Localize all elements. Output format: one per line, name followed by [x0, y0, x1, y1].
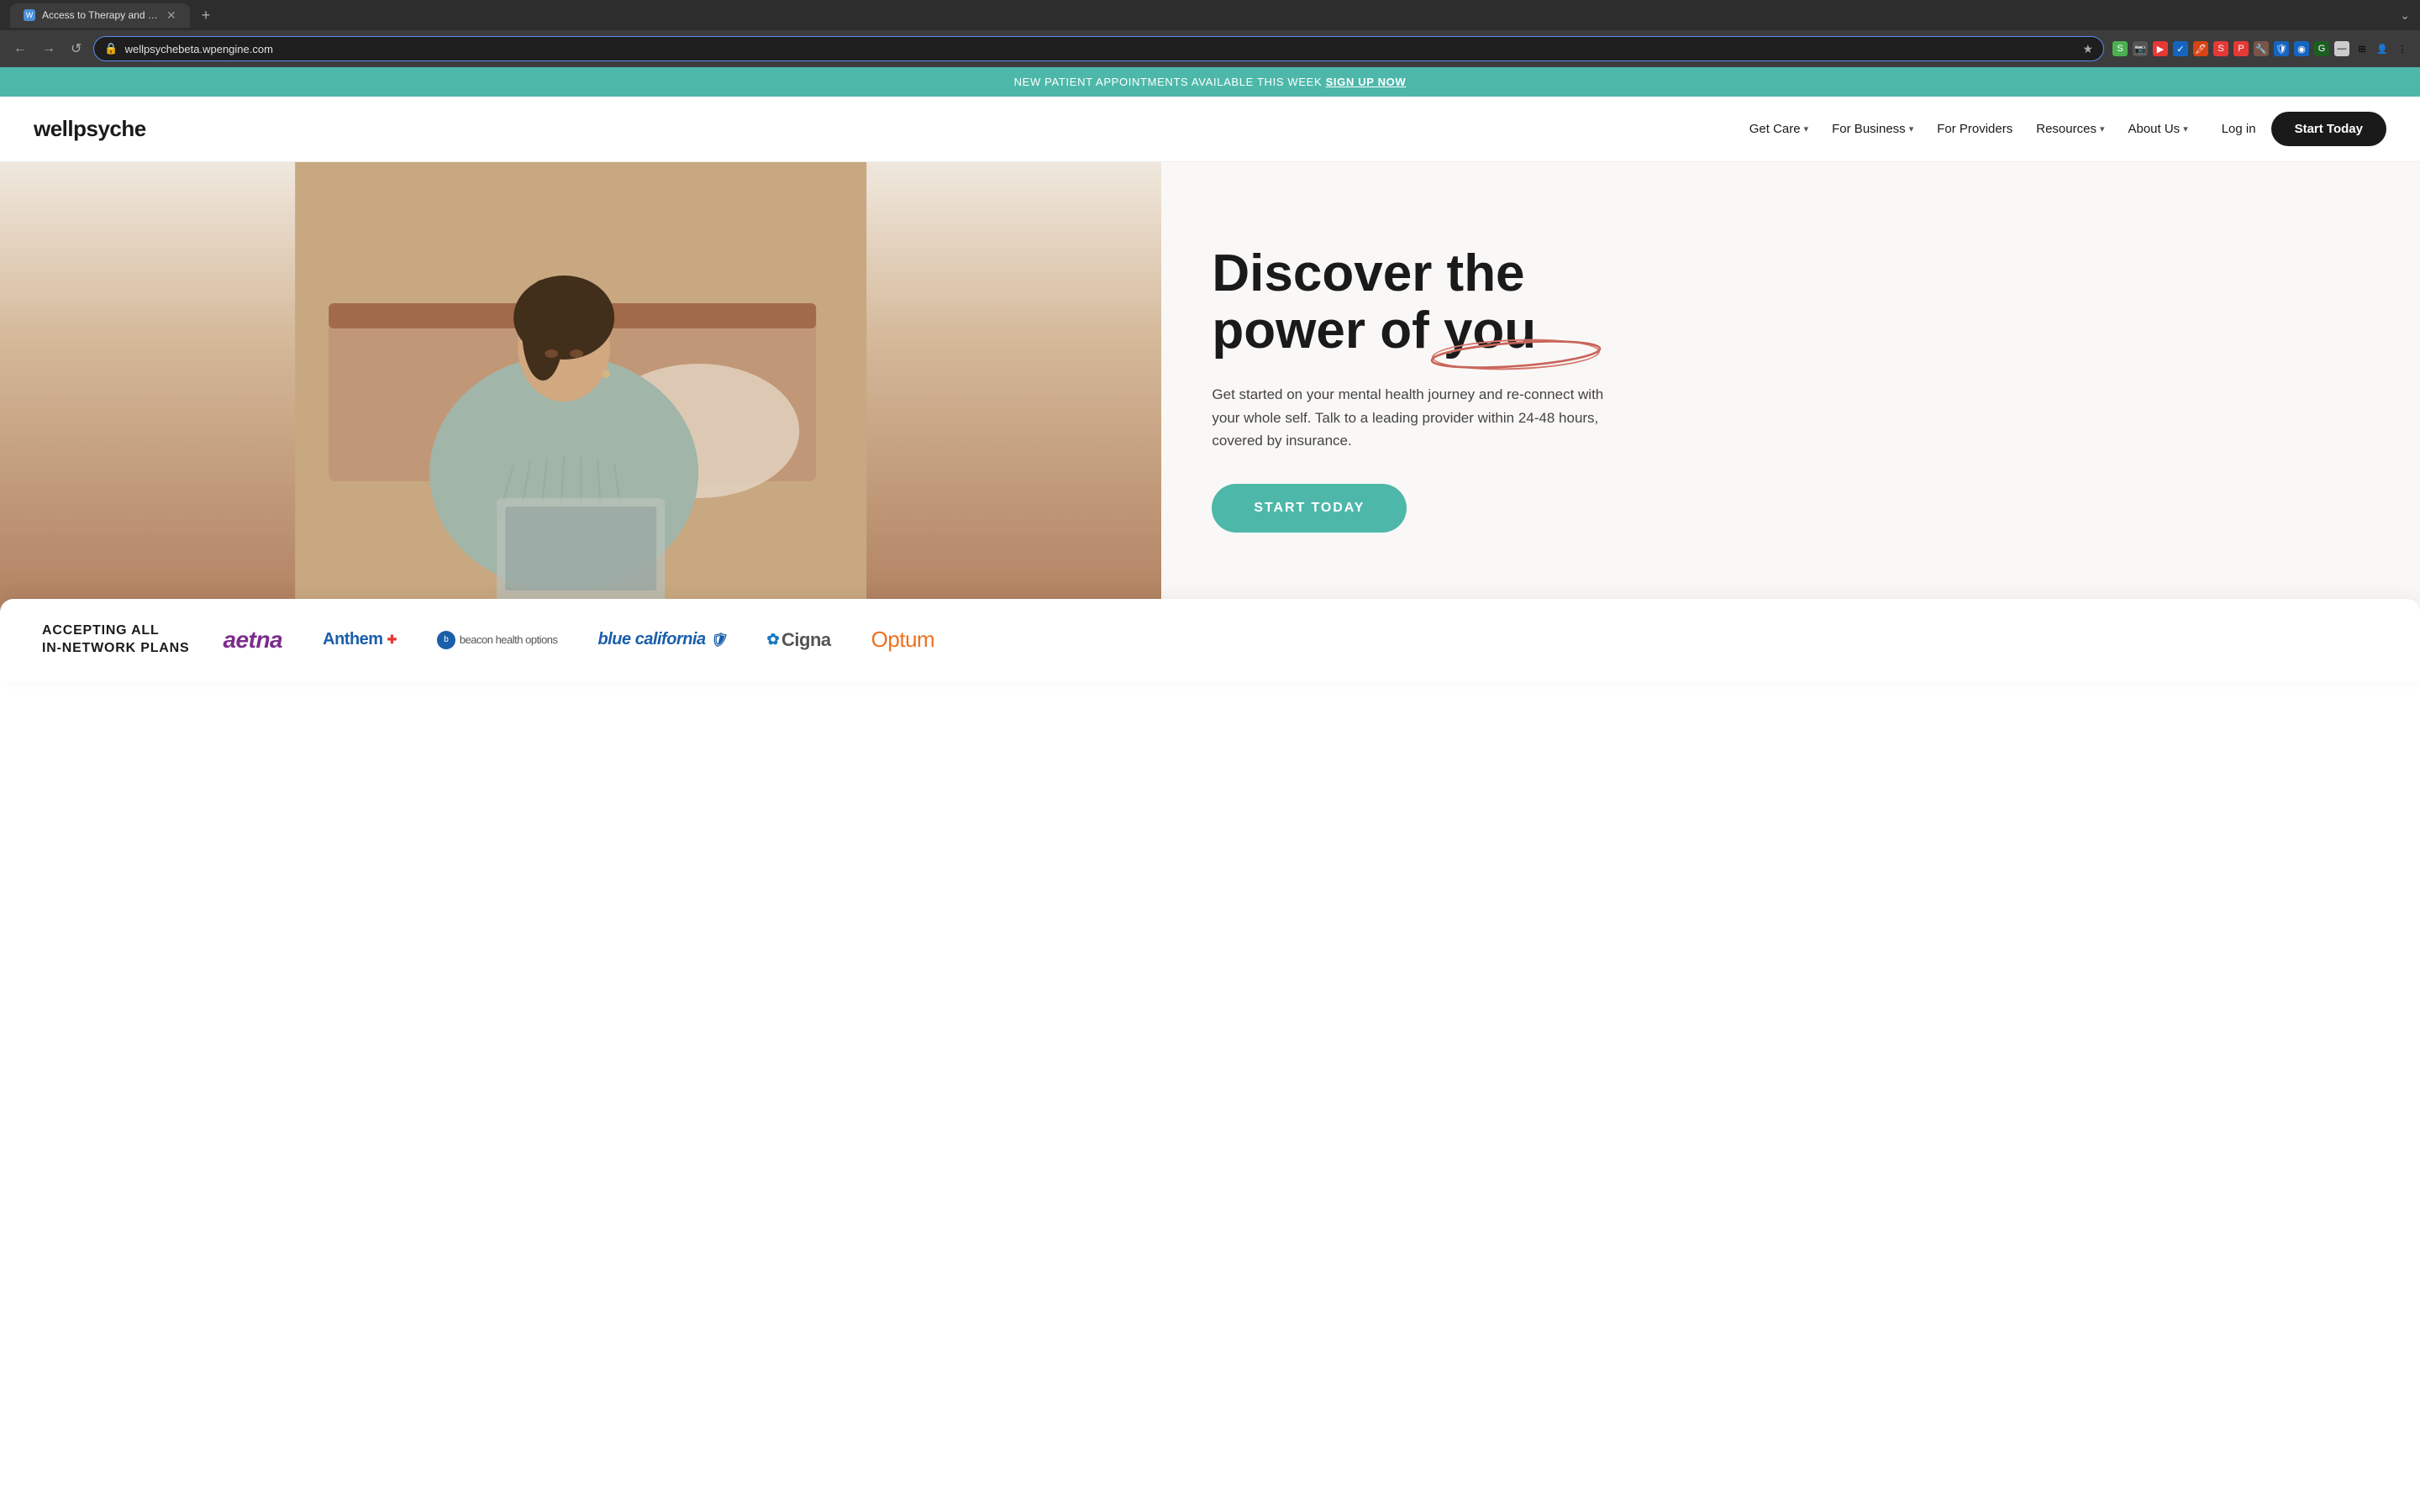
- hero-content: Discover the power of you Get started on…: [1161, 162, 2420, 616]
- optum-logo: Optum: [871, 627, 935, 653]
- accepting-all-text: ACCEPTING ALL IN-NETWORK PLANS: [42, 622, 189, 658]
- hero-section: Discover the power of you Get started on…: [0, 162, 2420, 616]
- nav-links: Get Care ▾ For Business ▾ For Providers …: [1749, 122, 2188, 136]
- back-button[interactable]: ←: [10, 38, 30, 60]
- aetna-logo: aetna: [223, 627, 282, 654]
- hero-illustration: [0, 162, 1161, 616]
- nav-resources[interactable]: Resources ▾: [2036, 122, 2104, 136]
- anthem-cross-icon: ✚: [387, 633, 397, 647]
- ext-menu-icon[interactable]: ⋮: [2395, 41, 2410, 56]
- new-tab-button[interactable]: +: [197, 7, 216, 24]
- tab-close-button[interactable]: ✕: [166, 8, 176, 23]
- hero-description: Get started on your mental health journe…: [1212, 383, 1615, 452]
- nav-get-care[interactable]: Get Care ▾: [1749, 122, 1808, 136]
- hero-title-line1: Discover the: [1212, 244, 1524, 302]
- ext-camera-icon[interactable]: 📷: [2133, 41, 2148, 56]
- ext-extensions-icon[interactable]: ⊞: [2354, 41, 2370, 56]
- get-care-chevron-icon: ▾: [1804, 123, 1809, 134]
- ext-pinterest-icon[interactable]: P: [2233, 41, 2249, 56]
- ext-check-icon[interactable]: ✓: [2173, 41, 2188, 56]
- ext-g-icon[interactable]: G: [2314, 41, 2329, 56]
- ext-pen-icon[interactable]: 🖊: [2193, 41, 2208, 56]
- blue-shield-icon: 🛡: [710, 632, 727, 648]
- login-link[interactable]: Log in: [2222, 122, 2256, 136]
- ext-s-icon[interactable]: S: [2213, 41, 2228, 56]
- tab-title: Access to Therapy and Psych...: [42, 9, 160, 21]
- anthem-logo: Anthem ✚: [323, 630, 397, 649]
- about-us-chevron-icon: ▾: [2183, 123, 2188, 134]
- navigation-bar: wellpsyche Get Care ▾ For Business ▾ For…: [0, 97, 2420, 162]
- cigna-flower-icon: ✿: [766, 631, 779, 648]
- blue-california-logo: blue california 🛡: [598, 630, 727, 649]
- hero-title-line2: power of: [1212, 302, 1428, 360]
- hero-title: Discover the power of you: [1212, 245, 2370, 360]
- beacon-logo: b beacon health options: [437, 631, 558, 649]
- insurance-logos: aetna Anthem ✚ b beacon health options b…: [223, 627, 2378, 654]
- browser-tab[interactable]: W Access to Therapy and Psych... ✕: [10, 3, 190, 28]
- resources-chevron-icon: ▾: [2100, 123, 2105, 134]
- ext-circle-icon[interactable]: ◉: [2294, 41, 2309, 56]
- banner-signup-link[interactable]: SIGN UP NOW: [1326, 76, 1407, 88]
- site-logo[interactable]: wellpsyche: [34, 116, 146, 142]
- extension-icons: S 📷 ▶ ✓ 🖊 S P 🔧 🛡 ◉ G — ⊞ 👤 ⋮: [2112, 41, 2410, 56]
- address-bar[interactable]: 🔒 wellpsychebeta.wpengine.com ★: [93, 36, 2104, 61]
- tab-favicon: W: [24, 9, 35, 21]
- ext-play-icon[interactable]: ▶: [2153, 41, 2168, 56]
- forward-button[interactable]: →: [39, 38, 59, 60]
- nav-start-today-button[interactable]: Start Today: [2271, 112, 2386, 146]
- hero-image: [0, 162, 1161, 616]
- address-bar-icons: ★: [2082, 42, 2093, 56]
- refresh-button[interactable]: ↺: [67, 37, 85, 60]
- hero-title-highlight: you: [1444, 302, 1536, 360]
- hero-start-today-button[interactable]: START TODAY: [1212, 484, 1407, 533]
- nav-for-business[interactable]: For Business ▾: [1832, 122, 1913, 136]
- hero-visual-bg: [0, 162, 1161, 616]
- ext-tool-icon[interactable]: 🔧: [2254, 41, 2269, 56]
- cigna-logo: ✿ Cigna: [766, 629, 830, 651]
- insurance-bar: ACCEPTING ALL IN-NETWORK PLANS aetna Ant…: [0, 599, 2420, 681]
- ext-dash-icon[interactable]: —: [2334, 41, 2349, 56]
- banner-text: NEW PATIENT APPOINTMENTS AVAILABLE THIS …: [1014, 76, 1323, 88]
- top-banner: NEW PATIENT APPOINTMENTS AVAILABLE THIS …: [0, 67, 2420, 97]
- ext-profile-icon[interactable]: 👤: [2375, 41, 2390, 56]
- nav-about-us[interactable]: About Us ▾: [2128, 122, 2187, 136]
- address-bar-row: ← → ↺ 🔒 wellpsychebeta.wpengine.com ★ S …: [0, 30, 2420, 67]
- tab-strip-expand[interactable]: ⌄: [2400, 8, 2410, 23]
- nav-for-providers[interactable]: For Providers: [1937, 122, 2012, 136]
- beacon-circle-icon: b: [437, 631, 455, 649]
- ext-shield-icon[interactable]: 🛡: [2274, 41, 2289, 56]
- ext-spellcheck-icon[interactable]: S: [2112, 41, 2128, 56]
- for-business-chevron-icon: ▾: [1909, 123, 1914, 134]
- url-display: wellpsychebeta.wpengine.com: [125, 43, 273, 55]
- browser-chrome: W Access to Therapy and Psych... ✕ + ⌄: [0, 0, 2420, 30]
